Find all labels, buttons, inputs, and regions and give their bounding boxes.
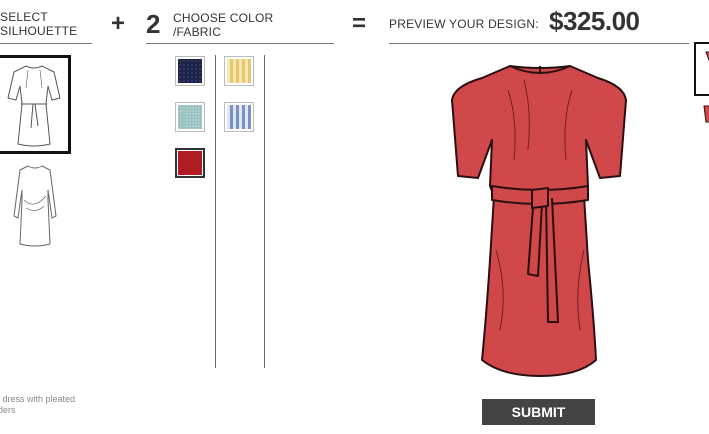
submit-button[interactable]: SUBMIT [482,399,595,425]
red-solid-fill [178,151,202,175]
design-price: $325.00 [549,6,640,36]
plus-operator: + [111,10,126,37]
silhouette-thumb-pleated-dress[interactable] [0,55,71,154]
draped-dress-sketch-icon [13,165,57,247]
alt-view-thumb-selected[interactable] [694,42,709,96]
silhouette-description: l dress with pleated ders [0,394,75,416]
dress-alt-view-icon [705,51,709,62]
step-2-number: 2 [146,9,161,39]
step1-underline [0,43,92,44]
dress-back-view-icon [703,105,709,123]
navy-texture-fill [178,59,202,83]
step2-underline [146,43,334,44]
dress-preview-image [451,65,627,377]
equals-operator: = [352,10,367,37]
alt-view-thumb[interactable] [700,104,709,126]
caption-line1: l dress with pleated [0,394,76,404]
silhouette-thumb-draped-dress[interactable] [6,160,64,252]
blue-stripe-fill [227,105,251,129]
caption-line2: ders [0,405,16,415]
choose-color-line2: /FABRIC [173,25,222,39]
select-label-line2: SILHOUETTE [0,24,78,38]
yellow-stripe-fill [227,59,251,83]
step3-underline [389,43,689,44]
swatch-divider-left [215,55,216,368]
swatch-navy-texture[interactable] [175,56,205,86]
preview-design-label: PREVIEW YOUR DESIGN: [389,17,539,31]
choose-color-line1: CHOOSE COLOR [173,11,274,25]
pleated-dress-sketch-icon [7,65,61,147]
select-silhouette-label: SELECT SILHOUETTE [0,10,77,38]
swatch-yellow-stripe[interactable] [224,56,254,86]
mint-texture-fill [178,105,202,129]
swatch-divider-right [264,55,265,368]
swatch-red-solid[interactable] [175,148,205,178]
swatch-mint-texture[interactable] [175,102,205,132]
swatch-blue-stripe[interactable] [224,102,254,132]
select-label-line1: SELECT [0,10,48,24]
choose-color-label: CHOOSE COLOR /FABRIC [173,11,273,39]
